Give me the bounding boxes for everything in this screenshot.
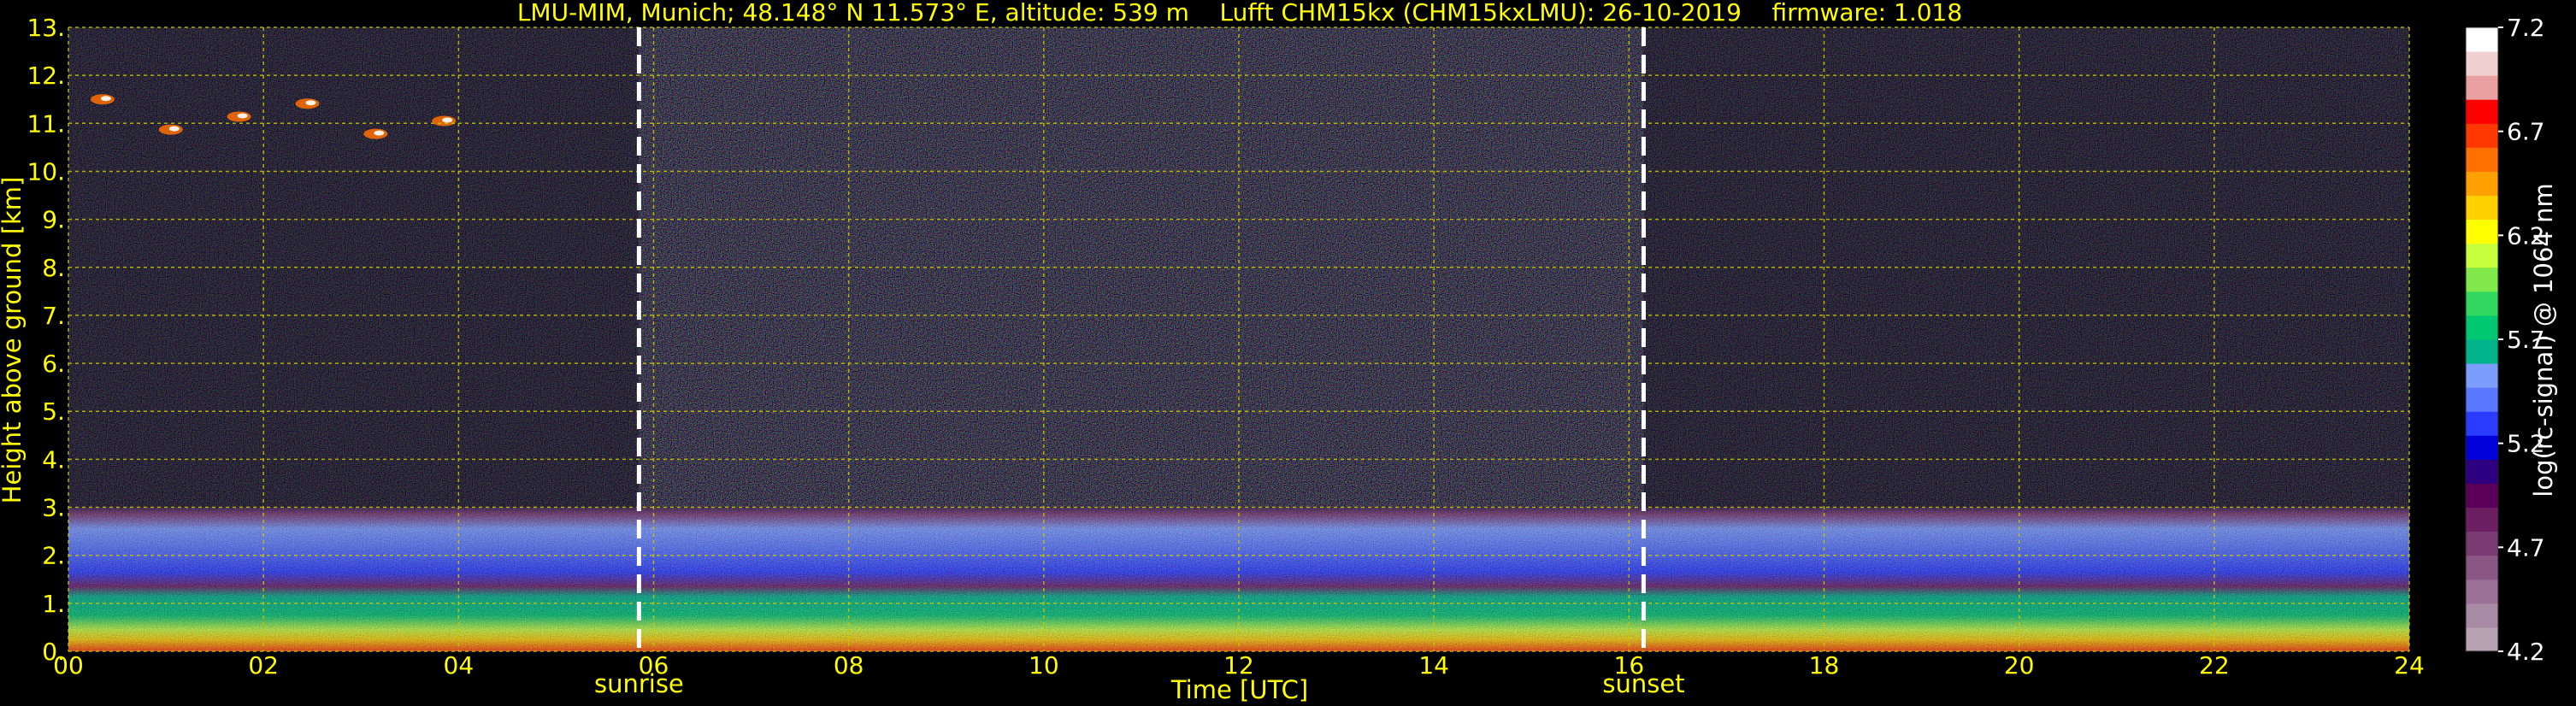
y-tick-label: 12. bbox=[27, 62, 65, 90]
ceilometer-chart: sunrise sunset 00 02 04 06 08 10 12 14 16 18 20 22 24… bbox=[0, 0, 2558, 704]
y-tick-label: 8. bbox=[42, 254, 65, 282]
y-tick-label: 9. bbox=[42, 206, 65, 234]
plot-area: sunrise sunset bbox=[68, 26, 2410, 698]
chart-title: LMU-MIM, Munich; 48.148° N 11.573° E, al… bbox=[517, 0, 1962, 26]
y-tick-label: 5. bbox=[42, 397, 65, 426]
colorbar-tick-label: 7.2 bbox=[2507, 14, 2545, 42]
colorbar-swatch bbox=[2466, 435, 2498, 460]
y-tick-label: 4. bbox=[42, 445, 65, 474]
cirrus-core bbox=[100, 96, 111, 102]
cirrus-core bbox=[168, 126, 180, 132]
cirrus-core bbox=[237, 113, 248, 119]
colorbar-swatch bbox=[2466, 579, 2498, 604]
colorbar-swatch bbox=[2466, 339, 2498, 364]
colorbar-swatch bbox=[2466, 363, 2498, 388]
colorbar-label: log(rc-signal) @ 1064 nm bbox=[2529, 183, 2558, 497]
x-tick-label: 18 bbox=[1809, 651, 1840, 680]
colorbar-swatch bbox=[2466, 147, 2498, 172]
colorbar-swatch bbox=[2466, 243, 2498, 268]
colorbar-swatch bbox=[2466, 27, 2498, 52]
x-tick-label: 06 bbox=[639, 651, 669, 680]
x-tick-label: 10 bbox=[1029, 651, 1059, 680]
colorbar-swatch bbox=[2466, 507, 2498, 532]
cirrus-core bbox=[305, 100, 316, 106]
colorbar-swatch bbox=[2466, 99, 2498, 124]
colorbar-swatch bbox=[2466, 219, 2498, 244]
colorbar-swatch bbox=[2466, 627, 2498, 652]
x-tick-label: 22 bbox=[2199, 651, 2230, 680]
cirrus-core bbox=[374, 130, 385, 136]
x-tick-label: 16 bbox=[1614, 651, 1645, 680]
colorbar-swatch bbox=[2466, 51, 2498, 76]
y-tick-labels: 0. 1. 2. 3. 4. 5. 6. 7. 8. 9. 10. 11. 12. 13. bbox=[27, 14, 65, 666]
colorbar-swatch bbox=[2466, 603, 2498, 628]
y-tick-label: 1. bbox=[42, 590, 65, 618]
colorbar-swatch bbox=[2466, 459, 2498, 484]
y-tick-label: 11. bbox=[27, 109, 65, 138]
x-tick-label: 14 bbox=[1418, 651, 1449, 680]
y-axis-label: Height above ground [km] bbox=[0, 177, 27, 504]
x-tick-label: 04 bbox=[444, 651, 475, 680]
colorbar-swatch bbox=[2466, 483, 2498, 509]
x-tick-label: 20 bbox=[2004, 651, 2035, 680]
y-tick-label: 0. bbox=[42, 638, 65, 666]
y-tick-label: 2. bbox=[42, 542, 65, 570]
colorbar-swatch bbox=[2466, 171, 2498, 197]
y-tick-label: 7. bbox=[42, 302, 65, 330]
x-tick-label: 24 bbox=[2394, 651, 2425, 680]
colorbar-swatch bbox=[2466, 195, 2498, 221]
x-tick-label: 08 bbox=[834, 651, 864, 680]
y-tick-label: 3. bbox=[42, 494, 65, 522]
x-tick-label: 02 bbox=[248, 651, 279, 680]
colorbar-swatch bbox=[2466, 555, 2498, 580]
y-tick-label: 13. bbox=[27, 14, 65, 42]
colorbar-swatch bbox=[2466, 315, 2498, 340]
colorbar-tick-label: 6.7 bbox=[2507, 118, 2545, 146]
colorbar-swatch bbox=[2466, 531, 2498, 556]
colorbar-tick-label: 4.2 bbox=[2507, 638, 2545, 666]
colorbar-swatch bbox=[2466, 267, 2498, 292]
colorbar-tick-label: 4.7 bbox=[2507, 533, 2545, 562]
colorbar-swatch bbox=[2466, 75, 2498, 100]
colorbar-swatch bbox=[2466, 411, 2498, 436]
cirrus-core bbox=[442, 117, 453, 123]
colorbar-swatch bbox=[2466, 123, 2498, 148]
colorbar-swatch bbox=[2466, 291, 2498, 316]
colorbar-swatch bbox=[2466, 387, 2498, 412]
colorbar bbox=[2465, 26, 2499, 652]
y-tick-label: 10. bbox=[27, 157, 65, 185]
y-tick-label: 6. bbox=[42, 350, 65, 378]
x-axis-label: Time [UTC] bbox=[1170, 675, 1308, 704]
